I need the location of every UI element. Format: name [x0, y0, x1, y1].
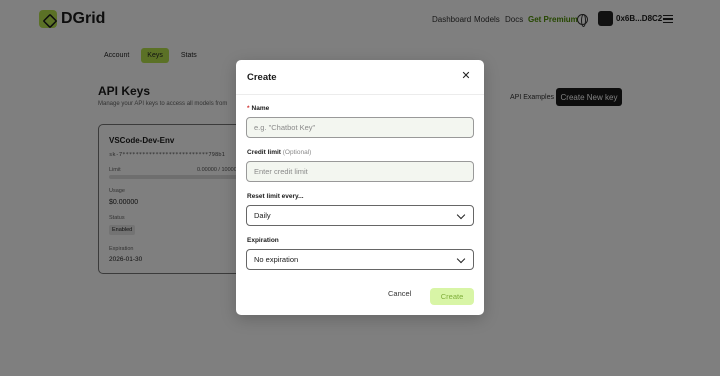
modal-title: Create	[247, 72, 277, 83]
optional-hint: (Optional)	[282, 149, 312, 156]
credit-limit-input[interactable]: Enter credit limit	[246, 161, 474, 182]
create-key-modal: Create ✕ * Name e.g. "Chatbot Key" Credit…	[236, 60, 484, 315]
credit-limit-label: Credit limit (Optional)	[247, 149, 312, 156]
expiration-select[interactable]: No expiration	[246, 249, 474, 270]
create-button[interactable]: Create	[430, 288, 474, 305]
modal-divider	[236, 94, 484, 95]
reset-limit-select[interactable]: Daily	[246, 205, 474, 226]
name-field-label: * Name	[247, 105, 270, 112]
reset-limit-label: Reset limit every...	[247, 193, 304, 200]
reset-limit-value: Daily	[254, 211, 271, 220]
cancel-button[interactable]: Cancel	[388, 289, 411, 298]
expiration-field-label: Expiration	[247, 237, 279, 244]
chevron-down-icon	[456, 254, 466, 264]
expiration-select-value: No expiration	[254, 255, 299, 264]
chevron-down-icon	[456, 210, 466, 220]
close-icon[interactable]: ✕	[460, 70, 472, 82]
required-mark: *	[247, 105, 250, 112]
name-input[interactable]: e.g. "Chatbot Key"	[246, 117, 474, 138]
